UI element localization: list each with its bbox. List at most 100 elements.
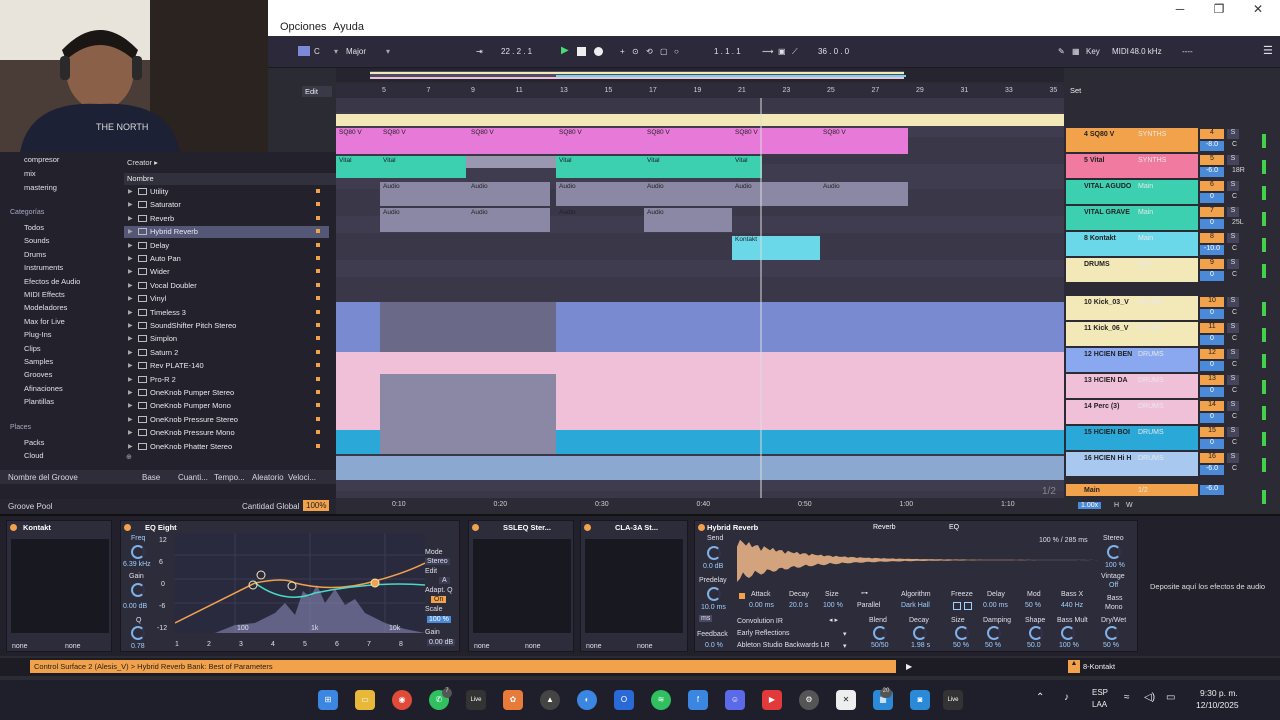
track-output-routing[interactable]: DRUMS [1138,455,1164,462]
groove-col-velocity[interactable]: Veloci... [288,473,316,482]
session-record-icon[interactable]: ○ [674,47,679,56]
arrangement-play-icon[interactable]: ▶ [906,662,912,671]
chrome-icon[interactable]: ◉ [392,690,412,710]
menu-ayuda[interactable]: Ayuda [333,21,364,33]
browser-item[interactable]: Rev PLATE-140 [150,361,204,370]
groove-col-random[interactable]: Aleatorio [252,473,284,482]
expand-arrow-icon[interactable]: ▶ [128,362,133,369]
eq-q-knob[interactable] [131,626,145,640]
minimize-button[interactable]: ─ [1170,2,1190,16]
ms-toggle[interactable]: ms [699,615,713,622]
favorite-dot[interactable] [316,229,320,234]
track-output-routing[interactable]: DRUMS [1138,351,1164,358]
track-pan[interactable]: C [1232,309,1237,316]
track-output-routing[interactable]: DRUMS [1138,403,1164,410]
track-output-routing[interactable]: 1/2 [1138,487,1148,494]
camera-icon[interactable]: ◙ [910,690,930,710]
expand-arrow-icon[interactable]: ▶ [128,416,133,423]
ssleq-input-1[interactable]: none [474,643,490,650]
damping-value[interactable]: 50 % [985,642,1001,649]
solo-button[interactable]: S [1227,181,1239,191]
damping-knob[interactable] [987,626,1001,640]
expand-arrow-icon[interactable]: ▶ [128,255,133,262]
w-button[interactable]: W [1126,502,1133,509]
eq-band-button[interactable]: 2 [207,641,211,648]
solo-button[interactable]: S [1227,129,1239,139]
kontakt-input-1[interactable]: none [12,643,28,650]
clip-sq80[interactable]: SQ80 V [732,129,758,136]
expand-arrow-icon[interactable]: ▶ [128,242,133,249]
ssleq-plugin-area[interactable] [473,539,571,633]
size2-value[interactable]: 50 % [953,642,969,649]
close-button[interactable]: ✕ [1248,2,1268,16]
clock-date[interactable]: 12/10/2025 [1196,700,1239,710]
category-tunings[interactable]: Afinaciones [24,384,63,393]
groove-col-timing[interactable]: Tempo... [214,473,245,482]
track-output-routing[interactable]: SYNTHS [1138,131,1166,138]
place-mastering[interactable]: mastering [24,183,57,192]
browser-item[interactable]: Pro-R 2 [150,375,176,384]
track-output-routing[interactable]: DRUMS [1138,377,1164,384]
follow-icon[interactable]: ⇥ [476,47,483,56]
shape-knob[interactable] [1029,626,1043,640]
solo-button[interactable]: S [1227,401,1239,411]
expand-arrow-icon[interactable]: ▶ [128,228,133,235]
key-select[interactable]: C [314,47,320,56]
solo-button[interactable]: S [1227,323,1239,333]
tab-eq[interactable]: EQ [949,524,959,531]
track-header[interactable]: 12 HCIEN BEN [1066,348,1198,372]
feedback-value[interactable]: 0.0 % [705,642,723,649]
track-header[interactable]: 4 SQ80 V [1066,128,1198,152]
arrangement-overview[interactable] [336,68,1064,82]
eq-mode-select[interactable]: Stereo [425,558,450,565]
track-output-routing[interactable]: Main [1138,209,1153,216]
record-icon[interactable] [594,47,603,56]
groove-col-base[interactable]: Base [142,473,160,482]
clip-audio[interactable]: Audio [556,209,576,216]
facebook-icon[interactable]: f [688,690,708,710]
eq-band-button[interactable]: 7 [367,641,371,648]
track-pan[interactable]: C [1232,465,1237,472]
draw-mode-icon[interactable]: ✎ [1058,47,1065,56]
ir-category-dropdown-icon[interactable]: ▾ [843,630,847,638]
favorite-dot[interactable] [316,269,320,274]
browser-item[interactable]: Delay [150,241,169,250]
eq-band-button[interactable]: 1 [175,641,179,648]
device-on-icon[interactable] [472,524,479,531]
track-output-routing[interactable]: Main [1138,261,1153,268]
favorite-dot[interactable] [316,282,320,287]
track-header[interactable]: DRUMS [1066,258,1198,282]
favorite-dot[interactable] [316,443,320,448]
cla3a-plugin-area[interactable] [585,539,683,633]
category-templates[interactable]: Plantillas [24,397,54,406]
expand-arrow-icon[interactable]: ▶ [128,429,133,436]
tab-reverb[interactable]: Reverb [873,524,896,531]
eq-adapt-toggle[interactable]: On [431,596,447,603]
track-activator[interactable]: 6 [1200,181,1224,191]
track-volume[interactable]: 0 [1200,439,1224,449]
stereo-value[interactable]: 100 % [1105,562,1125,569]
expand-arrow-icon[interactable]: ▶ [128,376,133,383]
clip-kontakt[interactable]: Kontakt [732,236,757,243]
track-pan[interactable]: C [1232,141,1237,148]
track-volume[interactable]: -6.0 [1200,465,1224,475]
category-samples[interactable]: Samples [24,357,53,366]
device-on-icon[interactable] [10,524,17,531]
size-value[interactable]: 100 % [823,602,843,609]
track-output-routing[interactable]: SYNTHS [1138,157,1166,164]
overdub-icon[interactable]: + [620,47,625,56]
eq-gain-knob[interactable] [131,583,145,597]
h-button[interactable]: H [1114,502,1119,509]
size2-knob[interactable] [955,626,969,640]
expand-arrow-icon[interactable]: ▶ [128,201,133,208]
solo-button[interactable]: S [1227,297,1239,307]
clip-audio[interactable]: Audio [380,183,400,190]
punch-out-icon[interactable]: ⟋ [792,47,798,57]
drywet-knob[interactable] [1105,626,1119,640]
key-map-label[interactable]: Key [1086,47,1100,56]
keyboard-icon[interactable]: ▦ [1072,47,1080,56]
add-folder-icon[interactable]: ⊕ [126,453,132,461]
clip-audio[interactable]: Audio [556,183,576,190]
clip-audio[interactable]: Audio [732,183,752,190]
language-indicator[interactable]: ESP [1092,688,1108,697]
